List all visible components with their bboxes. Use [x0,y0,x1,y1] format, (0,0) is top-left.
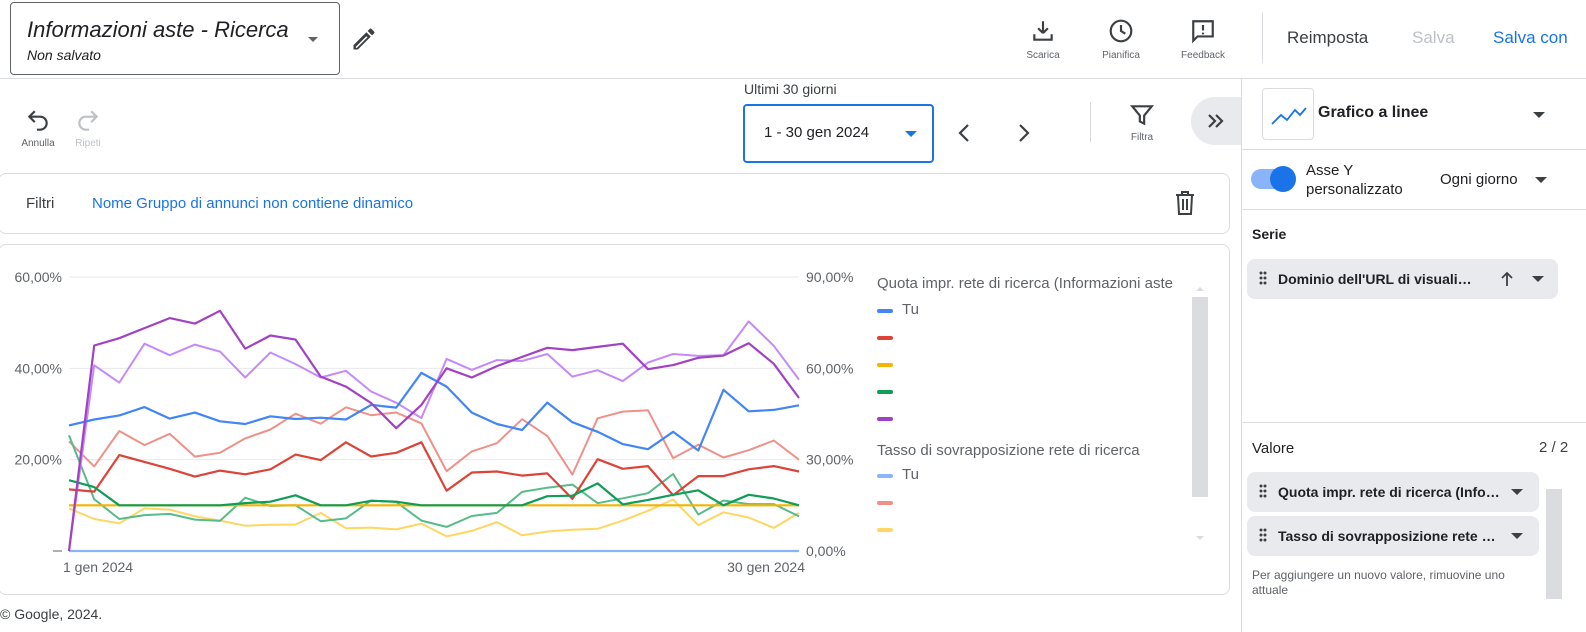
custom-y-axis-label: Asse Y personalizzato [1306,161,1403,199]
y-left-tick-label: 40,00% [15,360,62,376]
value-count: 2 / 2 [1539,439,1569,456]
legend-swatch [877,474,893,478]
scroll-down-icon[interactable] [1195,535,1205,543]
chevron-down-icon[interactable] [1535,177,1547,183]
value-chip[interactable]: Quota impr. rete di ricerca (Informazion… [1247,472,1539,512]
series-chip-label: Dominio dell'URL di visualizzazione [1278,271,1473,287]
legend-swatch [877,309,893,313]
drag-handle-icon[interactable] [1259,484,1267,498]
chart-type-label[interactable]: Grafico a linee [1318,104,1428,122]
legend-swatch [877,390,893,394]
drag-handle-icon[interactable] [1259,271,1267,285]
panel-scrollbar[interactable] [1546,489,1562,599]
legend-swatch [877,528,893,532]
value-chip[interactable]: Tasso di sovrapposizione rete di ricerca [1247,516,1539,556]
custom-y-axis-label-line2: personalizzato [1306,181,1403,198]
series-section-title: Serie [1252,226,1287,242]
legend-swatch [877,363,893,367]
legend-label: Tu [902,301,919,318]
line-chart: 20,00% 40,00% 60,00% 0,00% 30,00% 60,00% 90,00… [15,269,854,575]
legend-group-title: Tasso di sovrapposizione rete di ricerca [877,442,1140,459]
copyright: © Google, 2024. [0,606,103,622]
series-chip[interactable]: Dominio dell'URL di visualizzazione [1247,259,1558,299]
save-button[interactable]: Salva [1412,28,1455,48]
legend-scrollbar[interactable] [1192,297,1208,497]
chevron-down-icon[interactable] [1532,276,1544,282]
chevron-down-icon[interactable] [1511,533,1523,539]
divider [1242,422,1586,423]
divider [1262,13,1263,63]
y-left-tick-label: 60,00% [15,269,62,285]
chevron-down-icon[interactable] [1511,489,1523,495]
y-left-tick-label: 20,00% [15,452,62,468]
value-section-title: Valore [1252,440,1295,457]
save-as-button[interactable]: Salva con [1493,28,1568,48]
series-line [68,371,800,452]
frequency-selector[interactable]: Ogni giorno [1440,171,1518,188]
value-limit-hint: Per aggiungere un nuovo valore, rimuovin… [1252,568,1505,597]
toggle-knob [1270,166,1296,192]
legend-group-title: Quota impr. rete di ricerca (Informazion… [877,275,1173,292]
custom-y-axis-toggle[interactable] [1251,166,1299,192]
reset-button[interactable]: Reimposta [1287,28,1368,48]
scroll-up-icon[interactable] [1195,284,1205,292]
sort-arrow-up-icon[interactable] [1500,271,1514,287]
y-right-tick-label: 60,00% [806,360,853,376]
chevron-down-icon[interactable] [1533,112,1545,118]
x-tick-label: 30 gen 2024 [727,559,805,575]
divider [1242,209,1586,210]
drag-handle-icon[interactable] [1259,528,1267,542]
divider [1242,149,1586,150]
custom-y-axis-label-line1: Asse Y [1306,162,1354,179]
x-tick-label: 1 gen 2024 [63,559,133,575]
y-right-tick-label: 90,00% [806,269,853,285]
y-right-tick-label: 0,00% [806,543,846,559]
y-right-tick-label: 30,00% [806,452,853,468]
legend-label: Tu [902,466,919,483]
chart-settings-panel: Grafico a linee Asse Y personalizzato Og… [1241,79,1586,632]
value-chip-label: Tasso di sovrapposizione rete di ricerca [1278,528,1504,544]
legend-swatch [877,501,893,505]
legend-swatch [877,417,893,421]
line-chart-icon [1271,107,1307,125]
series-line [68,441,800,500]
value-chip-label: Quota impr. rete di ricerca (Informazion… [1278,484,1504,500]
chart-type-thumbnail[interactable] [1262,88,1314,140]
legend-swatch [877,336,893,340]
